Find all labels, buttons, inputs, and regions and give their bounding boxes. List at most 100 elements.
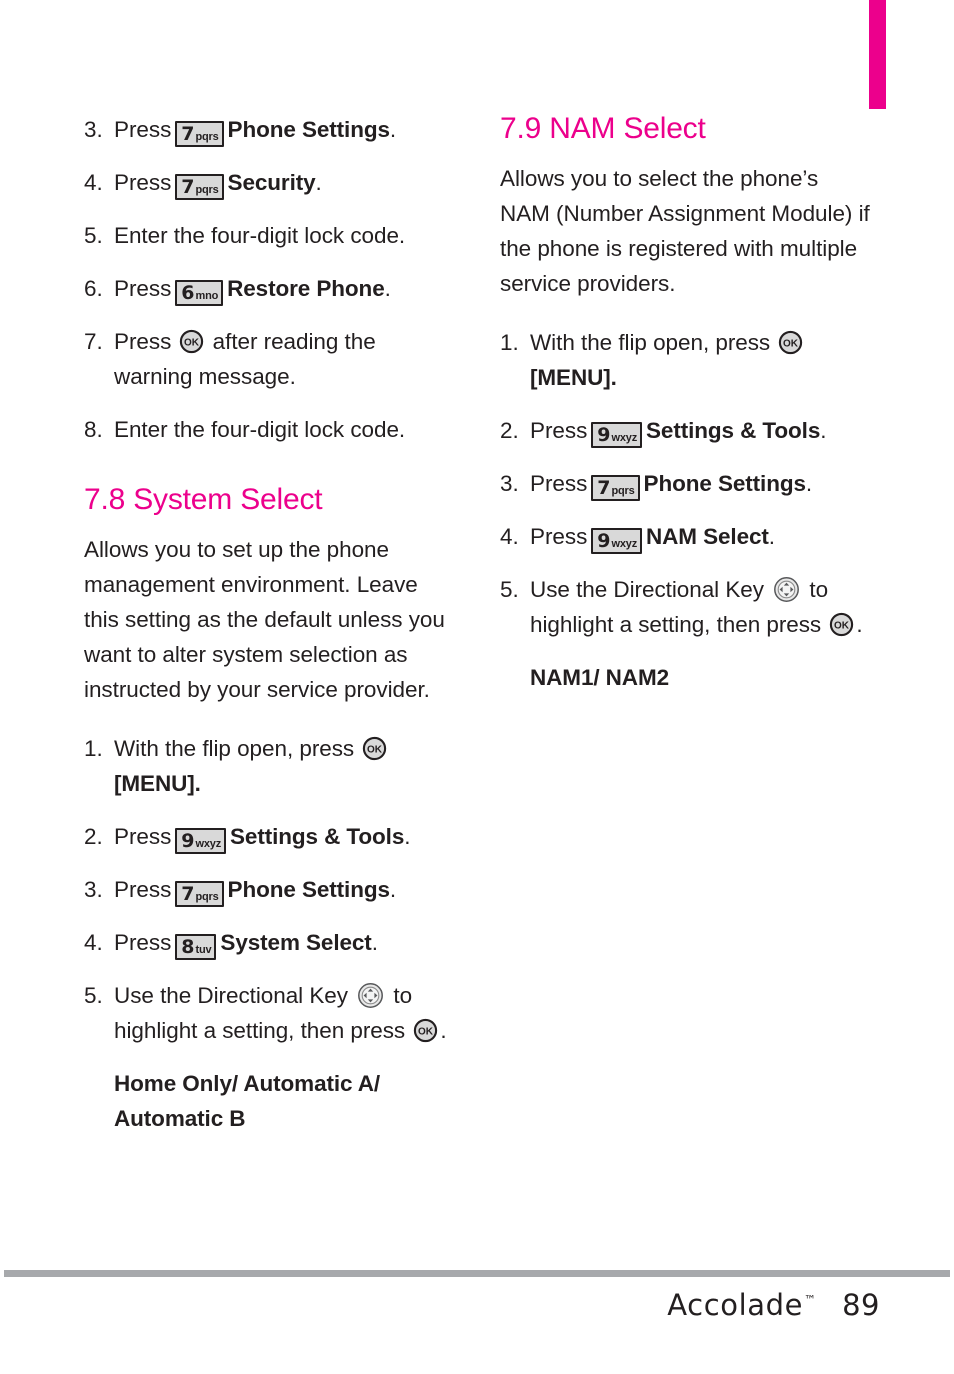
step-text: Press	[114, 823, 172, 849]
keypad-7-pqrs-icon: 7pqrs	[175, 880, 224, 907]
trademark-symbol: ™	[804, 1293, 817, 1307]
list-item: 3. Press 7pqrs Phone Settings.	[84, 112, 456, 147]
list-item: 5. Use the Directional Key to highlight …	[84, 978, 456, 1048]
step-number: 4.	[500, 523, 519, 549]
svg-text:OK: OK	[367, 744, 383, 755]
list-item: 8. Enter the four-digit lock code.	[84, 412, 456, 447]
step-number: 7.	[84, 329, 103, 354]
menu-label: Security	[227, 170, 316, 195]
keycap-digit: 9	[597, 529, 611, 552]
product-name-text: Accolade	[667, 1288, 804, 1322]
keycap-letters: wxyz	[611, 431, 638, 444]
page-footer: Accolade™ 89	[0, 1288, 954, 1334]
keycap-digit: 9	[597, 423, 611, 446]
step-punct: .	[389, 876, 397, 902]
list-item: 4. Press 7pqrs Security.	[84, 165, 456, 200]
keycap-digit: 9	[181, 829, 195, 852]
step-text: Use the Directional Key	[530, 576, 764, 602]
step-number: 4.	[84, 929, 103, 955]
menu-label: Phone Settings	[227, 876, 390, 902]
ok-key-icon: OK	[413, 1018, 438, 1043]
list-item: 6. Press 6mno Restore Phone.	[84, 271, 456, 306]
step-number: 3.	[84, 876, 103, 902]
keycap-letters: wxyz	[611, 537, 638, 550]
keycap-digit: 7	[597, 476, 611, 499]
list-item: 4. Press 9wxyz NAM Select.	[500, 519, 872, 554]
keypad-6-mno-icon: 6mno	[175, 280, 224, 306]
menu-label: Settings & Tools	[646, 417, 821, 443]
step-number: 5.	[500, 576, 519, 602]
step-punct: .	[384, 276, 391, 301]
section-heading-nam-select: 7.9 NAM Select	[500, 112, 706, 145]
step-number: 6.	[84, 276, 103, 301]
list-item: 1. With the flip open, press OK [MENU].	[500, 325, 872, 395]
step-punct: .	[768, 523, 775, 549]
page-number: 89	[842, 1288, 880, 1322]
left-column: 3. Press 7pqrs Phone Settings. 4. Press 7pq…	[84, 112, 456, 1136]
keypad-7-pqrs-icon: 7pqrs	[175, 121, 224, 147]
list-item: 1. With the flip open, press OK [MENU].	[84, 731, 456, 801]
directional-key-icon	[773, 576, 800, 603]
menu-label: [MENU].	[114, 770, 201, 796]
step-text: Press	[114, 117, 172, 142]
step-punct: .	[820, 417, 827, 443]
footer-divider	[4, 1270, 950, 1277]
step-punct: .	[805, 470, 813, 496]
step-punct: .	[389, 117, 397, 142]
svg-text:OK: OK	[185, 338, 201, 349]
right-column: 7.9 NAM Select Allows you to select the …	[500, 112, 872, 695]
list-item: 3. Press 7pqrs Phone Settings.	[84, 872, 456, 907]
section-heading-system-select: 7.8 System Select	[84, 483, 323, 516]
keycap-digit: 7	[181, 176, 195, 198]
step-text: Use the Directional Key	[114, 982, 348, 1008]
keypad-9-wxyz-icon: 9wxyz	[175, 827, 226, 854]
menu-label: Restore Phone	[227, 276, 385, 301]
keypad-8-tuv-icon: 8tuv	[175, 933, 217, 960]
step-punct: .	[371, 929, 378, 955]
list-item: 5. Enter the four-digit lock code.	[84, 218, 456, 253]
section-intro: Allows you to select the phone’s NAM (Nu…	[500, 165, 870, 296]
product-name: Accolade™	[667, 1288, 816, 1322]
step-text: Press	[530, 417, 588, 443]
menu-label: [MENU].	[530, 364, 617, 390]
step-text: Press	[530, 523, 588, 549]
step-number: 8.	[84, 417, 103, 442]
section-thumb-tab	[869, 0, 886, 109]
step-text: Enter the four-digit lock code.	[114, 417, 406, 442]
keycap-letters: pqrs	[611, 484, 635, 497]
step-punct: .	[856, 611, 863, 637]
keycap-digit: 7	[181, 123, 195, 145]
step-text: Enter the four-digit lock code.	[114, 223, 406, 248]
step-number: 3.	[84, 117, 103, 142]
menu-label: NAM Select	[646, 523, 769, 549]
keypad-7-pqrs-icon: 7pqrs	[175, 174, 224, 200]
step-number: 5.	[84, 223, 103, 248]
keycap-digit: 8	[181, 935, 195, 958]
ok-key-icon: OK	[829, 612, 854, 637]
keycap-digit: 7	[181, 882, 195, 905]
step-text: Press	[114, 876, 172, 902]
section-intro: Allows you to set up the phone managemen…	[84, 536, 445, 702]
step-text: With the flip open, press	[114, 735, 355, 761]
keycap-letters: pqrs	[195, 131, 219, 143]
menu-label: Phone Settings	[643, 470, 806, 496]
step-text: Press	[114, 170, 172, 195]
ok-key-icon: OK	[362, 736, 387, 761]
step-text: Press	[530, 470, 588, 496]
keycap-letters: pqrs	[195, 890, 219, 903]
svg-text:OK: OK	[783, 338, 799, 349]
step-text: Press	[114, 276, 172, 301]
step-number: 5.	[84, 982, 103, 1008]
step-number: 1.	[500, 329, 519, 355]
list-item: 4. Press 8tuv System Select.	[84, 925, 456, 960]
step-punct: .	[315, 170, 322, 195]
keycap-letters: mno	[195, 290, 219, 302]
svg-text:OK: OK	[418, 1026, 434, 1037]
keycap-letters: pqrs	[195, 184, 219, 196]
keypad-7-pqrs-icon: 7pqrs	[591, 474, 640, 501]
step-text: Press	[114, 929, 172, 955]
option-values-system-select: Home Only/ Automatic A/ Automatic B	[114, 1070, 381, 1131]
step-number: 3.	[500, 470, 519, 496]
list-item: 2. Press 9wxyz Settings & Tools.	[84, 819, 456, 854]
ok-key-icon: OK	[179, 329, 204, 354]
